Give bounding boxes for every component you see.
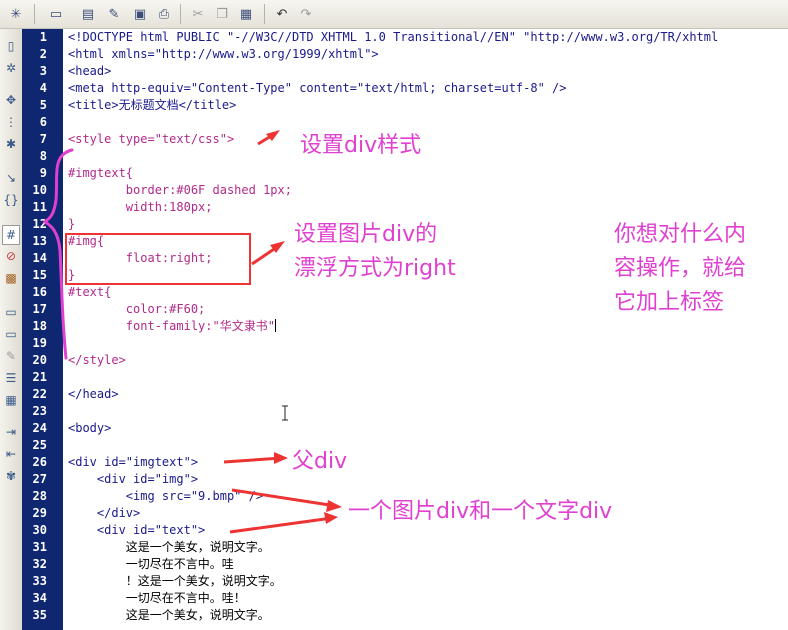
code-line[interactable]: <!DOCTYPE html PUBLIC "-//W3C//DTD XHTML… [68,29,718,46]
code-line[interactable]: border:#06F dashed 1px; [68,182,292,199]
line-number: 8 [39,149,47,163]
annotation-tip-2: 容操作，就给 [614,256,747,281]
code-line[interactable]: </style> [68,352,126,369]
line-number: 18 [32,319,47,333]
code-line[interactable]: 这是一个美女，说明文字。 [68,607,270,624]
copy-icon[interactable]: ❐ [212,4,232,24]
line-number: 34 [32,591,47,605]
line-number: 4 [39,81,47,95]
annotation-children: 一个图片div和一个文字div [348,499,613,524]
toolbar-separator [34,4,35,24]
line-number: 14 [32,251,47,265]
line-number: 6 [39,115,47,129]
code-line[interactable]: <html xmlns="http://www.w3.org/1999/xhtm… [68,46,379,63]
redo-icon[interactable]: ↷ [296,4,316,24]
line-number: 9 [39,166,47,180]
new-file-icon[interactable]: ✳ [6,4,26,24]
line-number: 12 [32,217,47,231]
code-line[interactable]: </head> [68,386,119,403]
code-line[interactable]: } [68,216,75,233]
code-line[interactable]: <div id="imgtext"> [68,454,198,471]
annotation-float-2: 漂浮方式为right [294,256,456,281]
line-number: 26 [32,455,47,469]
code-line[interactable]: color:#F60; [68,301,205,318]
line-number: 11 [32,200,47,214]
code-line[interactable]: <div id="img"> [68,471,198,488]
line-number: 27 [32,472,47,486]
code-line-text[interactable]: font-family:"华文隶书" [68,319,275,333]
line-number: 23 [32,404,47,418]
line-number: 15 [32,268,47,282]
code-line[interactable]: 一切尽在不言中。哇！ [68,590,246,607]
line-number: 20 [32,353,47,367]
line-number-gutter: 1 2 3 4 5 6 7 8 9 10 11 12 13 14 15 16 1… [22,29,63,630]
line-number: 22 [32,387,47,401]
line-number: 2 [39,47,47,61]
line-number: 19 [32,336,47,350]
line-number: 3 [39,64,47,78]
line-number: 28 [32,489,47,503]
code-line[interactable]: <meta http-equiv="Content-Type" content=… [68,80,567,97]
toolbar-separator [264,4,265,24]
code-line[interactable]: font-family:"华文隶书" [68,318,276,335]
line-number: 25 [32,438,47,452]
toolbar-separator [180,4,181,24]
line-number: 7 [39,132,47,146]
line-number: 16 [32,285,47,299]
line-number: 31 [32,540,47,554]
line-number: 1 [39,30,47,44]
paste-icon[interactable]: ▦ [236,4,256,24]
code-line[interactable]: #imgtext{ [68,165,133,182]
text-cursor [274,319,276,332]
code-line[interactable]: <div id="text"> [68,522,205,539]
cut-icon[interactable]: ✂ [188,4,208,24]
annotation-tip-3: 它加上标签 [614,290,725,315]
code-line[interactable]: <head> [68,63,111,80]
code-line[interactable]: #img{ [68,233,104,250]
annotation-tip-1: 你想对什么内 [614,222,747,247]
line-number: 5 [39,98,47,112]
line-number: 35 [32,608,47,622]
annotation-style: 设置div样式 [300,133,422,158]
line-number: 29 [32,506,47,520]
line-number: 21 [32,370,47,384]
code-line[interactable]: <style type="text/css"> [68,131,234,148]
code-line[interactable]: <body> [68,420,111,437]
open-folder-icon[interactable]: ▭ [46,4,66,24]
annotation-float-1: 设置图片div的 [294,222,438,247]
code-line[interactable]: 一切尽在不言中。哇 [68,556,234,573]
edit-icon[interactable]: ✎ [104,4,124,24]
line-number: 30 [32,523,47,537]
toolbar: ✳ ▭ ▤ ✎ ▣ ⎙ ✂ ❐ ▦ ↶ ↷ [0,0,788,29]
code-line[interactable]: <img src="9.bmp" /> [68,488,263,505]
print-icon[interactable]: ⎙ [154,4,174,24]
code-line[interactable]: <title>无标题文档</title> [68,97,236,114]
line-number: 13 [32,234,47,248]
line-number: 10 [32,183,47,197]
code-line[interactable]: #text{ [68,284,111,301]
code-line[interactable]: float:right; [68,250,213,267]
code-editor[interactable]: <!DOCTYPE html PUBLIC "-//W3C//DTD XHTML… [63,29,788,630]
line-number: 32 [32,557,47,571]
line-number: 24 [32,421,47,435]
code-line[interactable]: } [68,267,75,284]
line-number: 17 [32,302,47,316]
undo-icon[interactable]: ↶ [272,4,292,24]
code-line[interactable]: 这是一个美女，说明文字。 [68,539,270,556]
line-number: 33 [32,574,47,588]
code-line[interactable]: width:180px; [68,199,213,216]
save-all-icon[interactable]: ▣ [130,4,150,24]
code-line[interactable]: </div> [68,505,140,522]
annotation-parent: 父div [292,449,348,474]
code-line[interactable]: ！这是一个美女，说明文字。 [68,573,282,590]
browse-icon[interactable]: ▤ [78,4,98,24]
